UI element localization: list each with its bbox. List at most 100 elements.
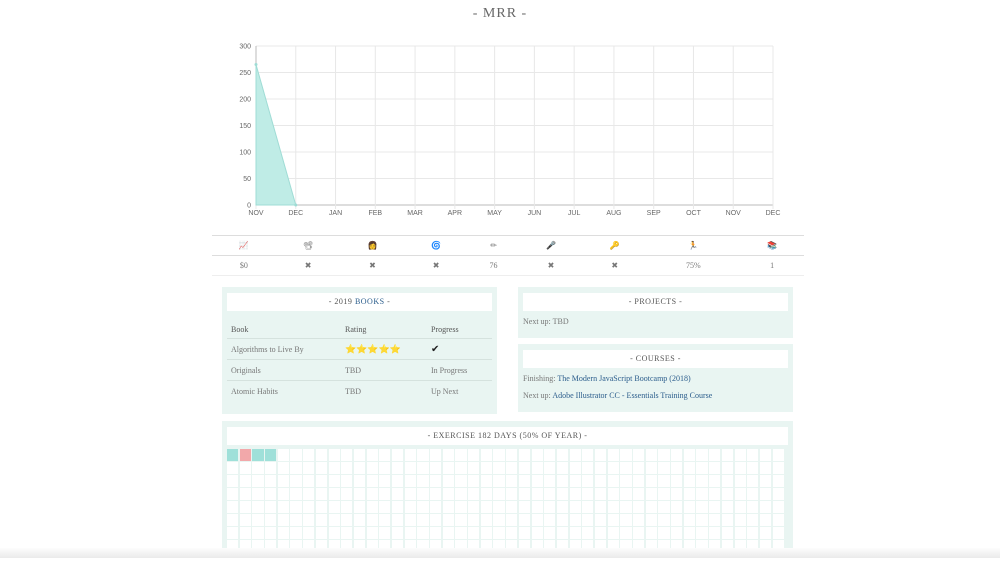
exercise-day-cell xyxy=(772,462,784,474)
exercise-day-cell xyxy=(290,527,302,539)
exercise-day-cell xyxy=(607,488,619,500)
exercise-day-cell xyxy=(607,501,619,513)
exercise-day-cell xyxy=(556,527,569,539)
exercise-day-cell xyxy=(430,462,442,474)
exercise-day-cell xyxy=(607,527,619,539)
exercise-day-cell xyxy=(607,475,619,487)
table-row: Atomic Habits TBD Up Next xyxy=(227,381,492,402)
exercise-day-cell xyxy=(721,514,733,526)
video-camera-icon: 📽 xyxy=(275,235,341,256)
exercise-day-cell xyxy=(734,488,746,500)
stats-value-row: $0 ✖ ✖ ✖ 76 ✖ ✖ 75% 1 xyxy=(212,255,804,276)
books-title-link[interactable]: BOOKS xyxy=(355,297,385,306)
window-bottom-edge xyxy=(0,548,1000,558)
exercise-day-cell xyxy=(252,501,264,513)
exercise-day-cell xyxy=(303,462,315,474)
exercise-day-cell xyxy=(430,527,442,539)
x-tick-label: APR xyxy=(448,210,462,217)
books-table: Book Rating Progress Algorithms to Live … xyxy=(227,320,492,401)
exercise-day-cell xyxy=(404,501,416,513)
exercise-day-cell xyxy=(620,488,632,500)
exercise-day-cell xyxy=(480,514,492,526)
stat-value: ✖ xyxy=(519,255,583,276)
exercise-day-cell xyxy=(328,462,340,474)
exercise-day-cell xyxy=(303,449,315,461)
runner-icon: 🏃 xyxy=(646,235,741,256)
exercise-day-cell xyxy=(531,501,543,513)
exercise-day-cell xyxy=(379,488,391,500)
exercise-day-cell xyxy=(544,449,556,461)
exercise-day-cell xyxy=(404,514,416,526)
exercise-day-cell xyxy=(544,462,556,474)
exercise-day-cell xyxy=(531,462,543,474)
exercise-day-cell xyxy=(277,514,289,526)
exercise-day-cell xyxy=(658,501,670,513)
exercise-day-cell xyxy=(518,501,530,513)
exercise-day-cell xyxy=(493,501,505,513)
course-link-illustrator[interactable]: Adobe Illustrator CC - Essentials Traini… xyxy=(552,391,712,400)
exercise-day-cell xyxy=(633,462,645,474)
x-tick-label: FEB xyxy=(368,210,382,217)
exercise-day-cell xyxy=(417,475,429,487)
mrr-point xyxy=(254,63,258,67)
exercise-day-cell xyxy=(290,475,302,487)
exercise-day-cell xyxy=(277,527,289,539)
exercise-day-cell xyxy=(747,501,759,513)
exercise-day-cell xyxy=(633,501,645,513)
exercise-day-cell xyxy=(645,462,657,474)
exercise-day-cell xyxy=(303,514,315,526)
exercise-day-cell xyxy=(404,475,416,487)
exercise-day-cell xyxy=(721,475,733,487)
exercise-day-cell xyxy=(594,475,607,487)
stat-value: ✖ xyxy=(340,255,405,276)
exercise-day-cell xyxy=(353,462,366,474)
exercise-day-cell xyxy=(544,488,556,500)
exercise-day-cell xyxy=(658,475,670,487)
exercise-day-cell xyxy=(506,514,518,526)
exercise-day-cell xyxy=(696,449,708,461)
exercise-day-cell xyxy=(265,527,277,539)
exercise-day-cell xyxy=(772,488,784,500)
exercise-day-cell xyxy=(671,527,683,539)
exercise-day-cell xyxy=(671,449,683,461)
exercise-day-cell xyxy=(366,488,378,500)
exercise-day-cell xyxy=(506,527,518,539)
x-tick-label: JAN xyxy=(329,210,342,217)
exercise-day-cell xyxy=(353,527,366,539)
exercise-day-cell xyxy=(759,462,772,474)
exercise-day-cell xyxy=(252,527,264,539)
exercise-day-cell xyxy=(379,462,391,474)
exercise-day-cell xyxy=(759,488,772,500)
exercise-day-cell xyxy=(620,475,632,487)
exercise-day-cell xyxy=(721,488,733,500)
exercise-day-cell xyxy=(315,488,327,500)
exercise-day-cell xyxy=(468,475,480,487)
exercise-day-cell xyxy=(480,527,492,539)
exercise-day-cell xyxy=(366,462,378,474)
exercise-day-cell xyxy=(683,449,695,461)
exercise-day-cell xyxy=(455,475,467,487)
exercise-day-cell xyxy=(645,488,657,500)
exercise-day-cell xyxy=(709,514,721,526)
x-tick-label: NOV xyxy=(248,210,264,217)
exercise-day-cell xyxy=(531,475,543,487)
exercise-day-cell xyxy=(696,527,708,539)
exercise-day-cell xyxy=(328,527,340,539)
exercise-day-cell xyxy=(556,514,569,526)
exercise-day-cell xyxy=(315,514,327,526)
exercise-day-cell xyxy=(658,527,670,539)
exercise-day-cell xyxy=(328,514,340,526)
x-tick-label: OCT xyxy=(686,210,702,217)
x-tick-label: JUN xyxy=(528,210,542,217)
x-tick-label: MAR xyxy=(407,210,423,217)
exercise-day-cell xyxy=(772,527,784,539)
exercise-day-cell xyxy=(759,514,772,526)
course-link-javascript[interactable]: The Modern JavaScript Bootcamp (2018) xyxy=(557,374,690,383)
exercise-day-cell xyxy=(442,501,454,513)
y-tick-label: 300 xyxy=(239,44,251,51)
exercise-day-cell xyxy=(341,462,353,474)
exercise-day-cell xyxy=(569,449,581,461)
exercise-day-cell xyxy=(607,514,619,526)
exercise-day-cell xyxy=(645,527,657,539)
pencil-icon: ✏ xyxy=(468,235,520,256)
